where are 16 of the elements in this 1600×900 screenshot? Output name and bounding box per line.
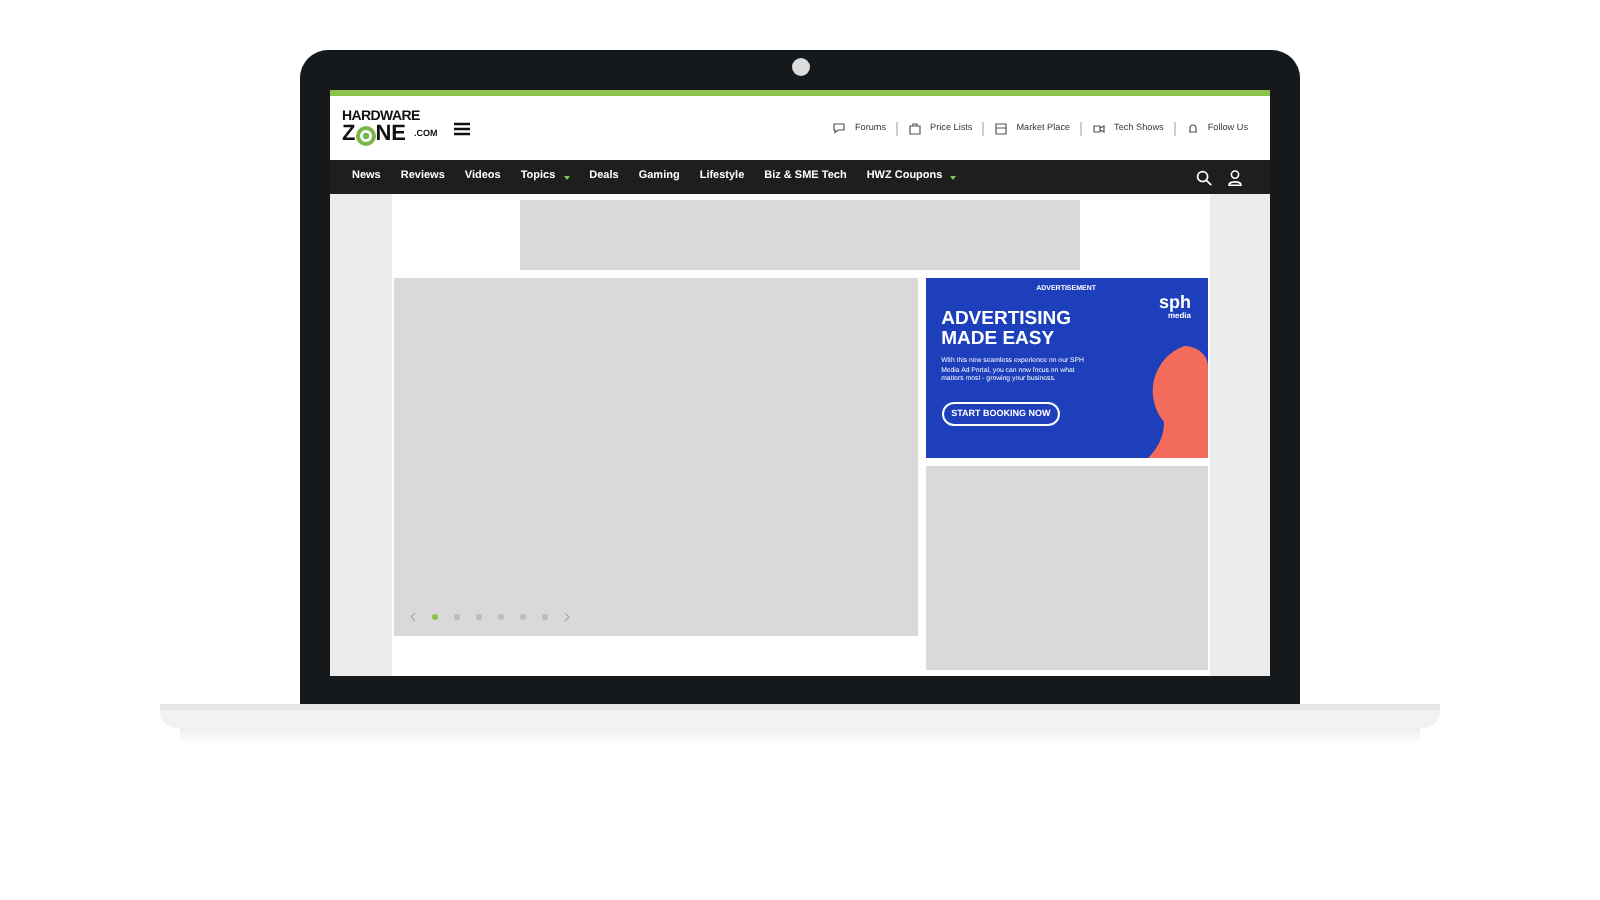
ad-headline: ADVERTISING <box>941 310 1072 330</box>
store-icon <box>994 121 1009 135</box>
ad-headline: MADE EASY <box>941 329 1055 349</box>
search-icon[interactable] <box>1196 169 1212 185</box>
slider-dot[interactable] <box>431 614 437 620</box>
menu-icon[interactable] <box>453 121 470 135</box>
camera-icon <box>792 58 810 76</box>
caret-icon <box>950 175 957 179</box>
bag-icon <box>908 121 923 135</box>
caret-icon <box>563 175 570 179</box>
brand-name: sph <box>1158 294 1191 313</box>
chat-icon <box>832 121 847 135</box>
chevron-right-icon[interactable] <box>563 612 569 622</box>
bell-icon <box>1185 121 1200 135</box>
user-icon[interactable] <box>1228 169 1242 185</box>
chevron-left-icon[interactable] <box>409 612 415 622</box>
